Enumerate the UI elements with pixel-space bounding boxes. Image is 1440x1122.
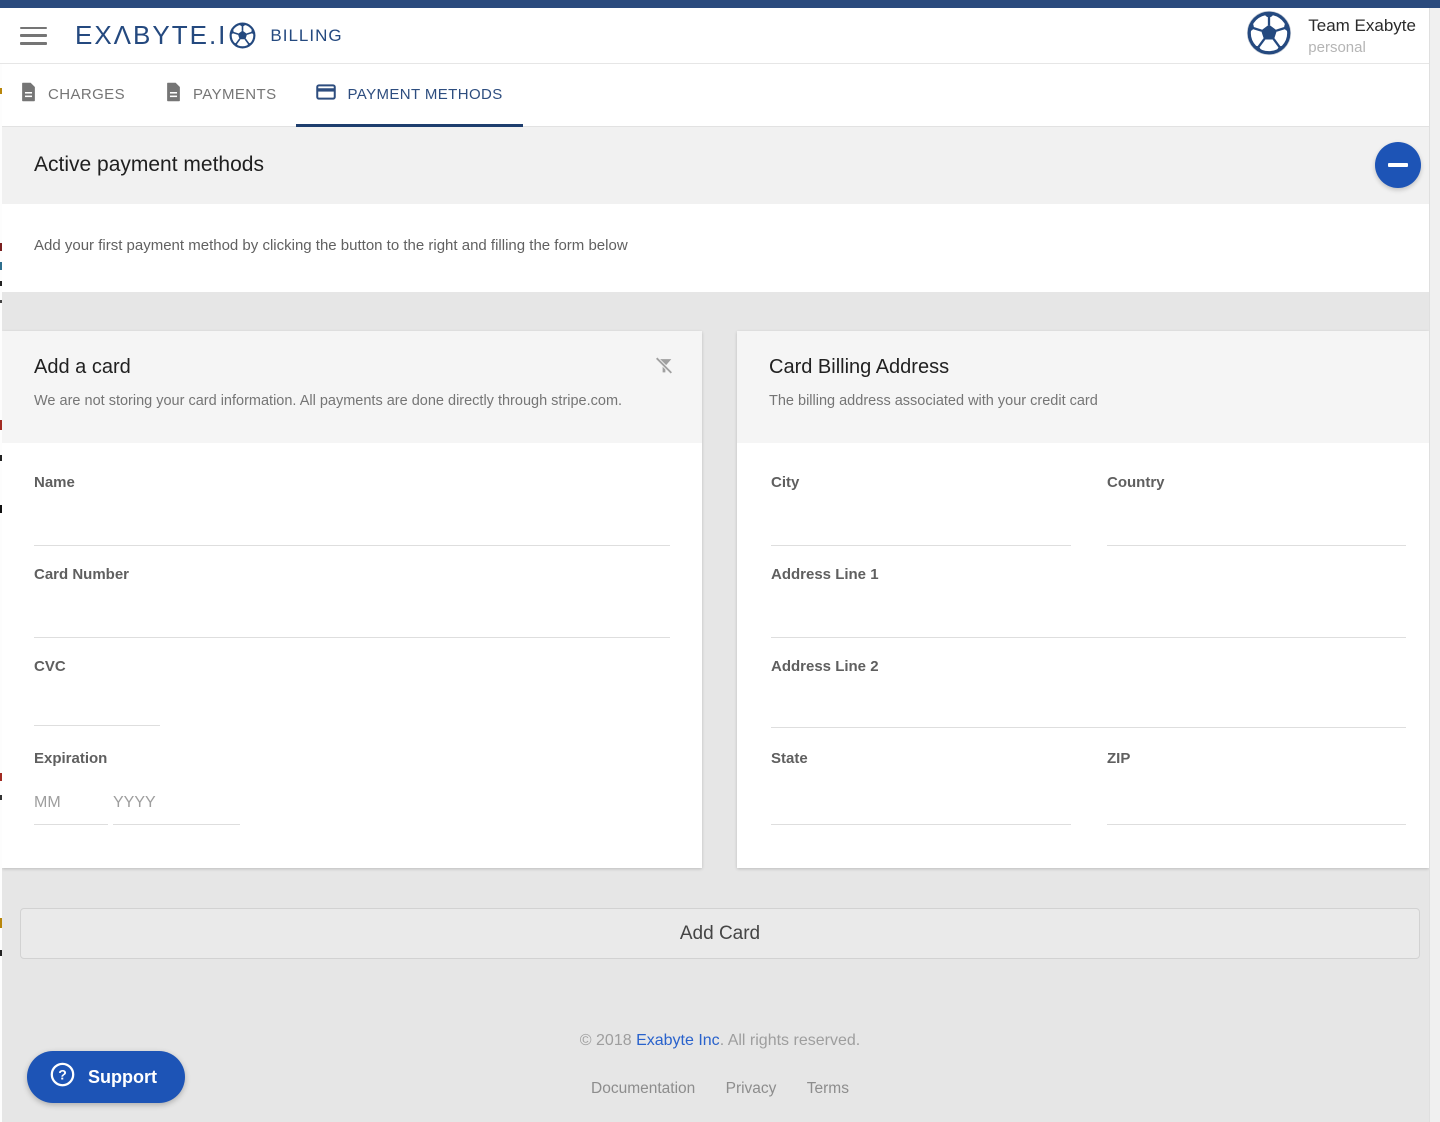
add-card-button[interactable]: Add Card: [20, 908, 1420, 959]
exabyte-inc-link[interactable]: Exabyte Inc: [636, 1032, 720, 1049]
address-line-1-label: Address Line 1: [771, 566, 879, 583]
address-line-2-input[interactable]: [771, 687, 1406, 727]
name-input[interactable]: [34, 505, 670, 545]
billing-address-panel-header: Card Billing Address The billing address…: [737, 331, 1429, 443]
exabyte-logo[interactable]: EXΛBYTE.I: [75, 20, 256, 51]
svg-text:?: ?: [58, 1066, 67, 1082]
expiration-label: Expiration: [34, 750, 107, 767]
credit-card-icon: [316, 83, 336, 105]
address-line-1-input[interactable]: [771, 597, 1406, 637]
scrollbar-track[interactable]: [1429, 8, 1440, 1122]
city-label: City: [771, 474, 799, 491]
team-name: Team Exabyte: [1308, 16, 1416, 36]
card-number-label: Card Number: [34, 566, 129, 583]
state-input[interactable]: [771, 783, 1071, 823]
state-underline: [771, 824, 1071, 825]
support-button[interactable]: ? Support: [27, 1051, 185, 1103]
tab-payment-methods-label: PAYMENT METHODS: [347, 86, 502, 103]
documentation-link[interactable]: Documentation: [591, 1080, 695, 1097]
section-description: Add your first payment method by clickin…: [34, 237, 628, 254]
copyright-line: © 2018 Exabyte Inc. All rights reserved.: [0, 1032, 1440, 1050]
expiration-year-input[interactable]: [113, 783, 240, 823]
card-number-underline: [34, 637, 670, 638]
collapse-add-form-button[interactable]: [1375, 142, 1421, 188]
zip-input[interactable]: [1107, 783, 1406, 823]
expiration-month-input[interactable]: [34, 783, 108, 823]
city-input[interactable]: [771, 505, 1071, 545]
address-line-1-underline: [771, 637, 1406, 638]
app-header: EXΛBYTE.I: [0, 8, 1440, 64]
section-title: Active payment methods: [34, 153, 264, 177]
add-card-panel-header: Add a card We are not storing your card …: [2, 331, 702, 443]
page-title: BILLING: [270, 26, 342, 46]
privacy-link[interactable]: Privacy: [726, 1080, 777, 1097]
menu-icon[interactable]: [20, 27, 47, 45]
zip-underline: [1107, 824, 1406, 825]
team-avatar: [1246, 10, 1292, 61]
billing-page: EXΛBYTE.I: [0, 0, 1440, 1122]
expiration-year-underline: [113, 824, 240, 825]
address-line-2-underline: [771, 727, 1406, 728]
clear-form-icon-button[interactable]: [652, 355, 676, 379]
expiration-month-underline: [34, 824, 108, 825]
document-icon: [20, 82, 37, 106]
cvc-underline: [34, 725, 160, 726]
country-underline: [1107, 545, 1406, 546]
card-number-input[interactable]: [34, 597, 670, 637]
footer-links: Documentation Privacy Terms: [0, 1080, 1440, 1098]
add-card-title: Add a card: [34, 356, 131, 379]
copyright-suffix: . All rights reserved.: [720, 1032, 861, 1049]
add-card-panel: Add a card We are not storing your card …: [2, 331, 702, 868]
city-underline: [771, 545, 1071, 546]
zip-label: ZIP: [1107, 750, 1130, 767]
filter-off-icon: [653, 365, 675, 380]
country-label: Country: [1107, 474, 1165, 491]
cvc-label: CVC: [34, 658, 66, 675]
help-icon: ?: [49, 1061, 76, 1093]
team-type: personal: [1308, 39, 1416, 56]
document-icon: [165, 82, 182, 106]
team-switcher[interactable]: Team Exabyte personal: [1246, 10, 1416, 61]
tab-charges[interactable]: CHARGES: [0, 64, 145, 127]
background-page-edge-artifact: [0, 64, 2, 1122]
billing-address-panel: Card Billing Address The billing address…: [737, 331, 1429, 868]
state-label: State: [771, 750, 808, 767]
section-description-strip: Add your first payment method by clickin…: [0, 204, 1440, 292]
address-line-2-label: Address Line 2: [771, 658, 879, 675]
tab-payments[interactable]: PAYMENTS: [145, 64, 297, 127]
country-input[interactable]: [1107, 505, 1406, 545]
name-label: Name: [34, 474, 75, 491]
minus-icon: [1388, 163, 1408, 167]
tab-payment-methods[interactable]: PAYMENT METHODS: [296, 64, 522, 127]
add-card-subtitle: We are not storing your card information…: [34, 393, 622, 409]
content-area: Add a card We are not storing your card …: [0, 292, 1440, 1122]
name-underline: [34, 545, 670, 546]
cvc-input[interactable]: [34, 685, 160, 725]
logo-text: EXΛBYTE.I: [75, 20, 227, 51]
billing-address-subtitle: The billing address associated with your…: [769, 393, 1098, 409]
active-payment-methods-section: Active payment methods: [0, 127, 1440, 204]
copyright-prefix: © 2018: [580, 1032, 636, 1049]
tab-charges-label: CHARGES: [48, 86, 125, 103]
billing-address-title: Card Billing Address: [769, 356, 949, 379]
tab-payments-label: PAYMENTS: [193, 86, 277, 103]
terms-link[interactable]: Terms: [807, 1080, 849, 1097]
top-accent-bar: [0, 0, 1440, 8]
support-button-label: Support: [88, 1067, 157, 1088]
billing-tabs: CHARGES PAYMENTS PAYMENT METHODS: [0, 64, 1440, 127]
soccer-ball-icon: [229, 22, 256, 49]
